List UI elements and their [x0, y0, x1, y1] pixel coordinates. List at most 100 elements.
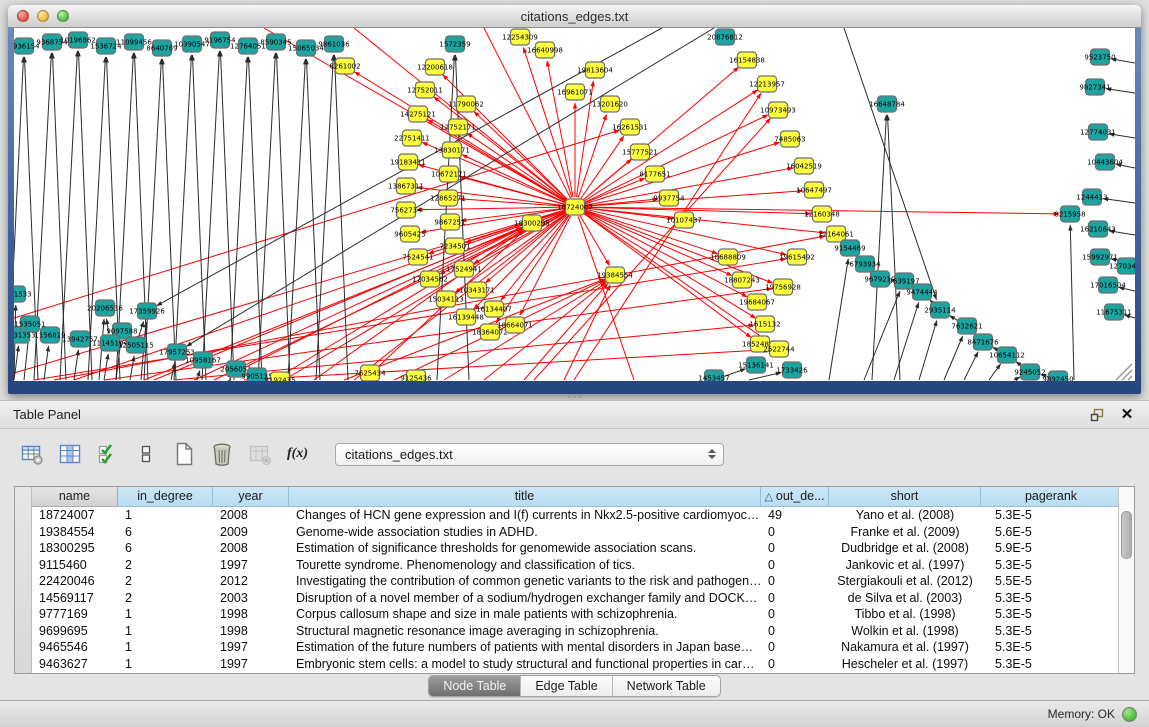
delete-table-button[interactable] — [208, 441, 235, 468]
row-selection-button[interactable] — [94, 441, 121, 468]
table-row[interactable]: 946554611997Estimation of the future num… — [32, 639, 1118, 656]
column-header-year[interactable]: year — [213, 487, 289, 507]
panel-splitter-handle[interactable] — [568, 395, 582, 399]
column-header-out_de[interactable]: △out_de... — [761, 487, 829, 507]
graph-node-label: 1244413 — [1076, 194, 1107, 202]
new-table-button[interactable] — [170, 441, 197, 468]
table-cell: 5.3E-5 — [981, 507, 1118, 524]
table-chooser-select[interactable]: citations_edges.txt — [335, 443, 724, 466]
float-panel-button[interactable] — [1089, 407, 1105, 423]
citation-edge-red — [417, 207, 565, 210]
table-scrollbar[interactable] — [1118, 487, 1134, 673]
tab-network-table[interactable]: Network Table — [612, 676, 720, 696]
memory-ok-indicator-icon[interactable] — [1122, 707, 1137, 722]
table-tabs: Node Table Edge Table Network Table — [0, 675, 1149, 697]
window-zoom-button[interactable] — [57, 10, 69, 22]
graph-node-label: 10973493 — [760, 107, 796, 115]
graph-node-label: 10647497 — [796, 187, 832, 195]
table-cell: Corpus callosum shape and size in male p… — [289, 606, 761, 623]
table-row[interactable]: 1456911722003Disruption of a novel membe… — [32, 590, 1118, 607]
window-minimize-button[interactable] — [37, 10, 49, 22]
graph-node-label: 13867311 — [388, 183, 424, 191]
table-cell: Franke et al. (2009) — [829, 524, 981, 541]
table-panel-title: Table Panel — [13, 407, 81, 422]
rows-icon — [139, 442, 153, 466]
graph-node-label: 9154469 — [834, 245, 865, 253]
table-cell: 0 — [761, 656, 829, 673]
table-cell: Estimation of significance thresholds fo… — [289, 540, 761, 557]
node-layer: 1936154936875410196862153672411099456864… — [14, 29, 1135, 381]
column-visibility-button[interactable] — [56, 441, 83, 468]
graph-node-label: 12505115 — [118, 342, 154, 350]
close-panel-button[interactable]: ✕ — [1119, 407, 1135, 423]
table-cell: Genome-wide association studies in ADHD. — [289, 524, 761, 541]
network-view-canvas[interactable]: 1936154936875410196862153672411099456864… — [14, 28, 1135, 381]
citation-edge-red — [523, 47, 572, 197]
citation-edge-black — [888, 115, 900, 380]
citation-edge-black — [162, 59, 176, 380]
column-header-name[interactable]: name — [32, 487, 118, 507]
graph-node-label: 12200618 — [417, 64, 453, 72]
citation-edge-black — [872, 115, 886, 380]
scrollbar-thumb[interactable] — [1121, 511, 1132, 559]
graph-node-label: 10672171 — [431, 171, 467, 179]
citation-edge-black — [989, 364, 1001, 380]
graph-node-label: 9892450 — [1042, 376, 1073, 382]
table-cell: 5.3E-5 — [981, 639, 1118, 656]
table-cell: Investigating the contribution of common… — [289, 573, 761, 590]
memory-status-label: Memory: OK — [1048, 707, 1115, 721]
table-cell: 0 — [761, 524, 829, 541]
graph-node-label: 6793934 — [849, 261, 881, 269]
table-row[interactable]: 1830029562008Estimation of significance … — [32, 540, 1118, 557]
graph-node-label: 1931353 — [14, 332, 36, 340]
table-row[interactable]: 969969511998Structural magnetic resonanc… — [32, 623, 1118, 640]
table-row[interactable]: 1872400712008Changes of HCN gene express… — [32, 507, 1118, 524]
canvas-resize-grip[interactable] — [1116, 364, 1132, 380]
window-title-bar[interactable]: citations_edges.txt — [8, 5, 1141, 28]
node-attribute-table: namein_degreeyeartitle△out_de...shortpag… — [14, 486, 1135, 674]
citation-edge-black — [220, 51, 234, 380]
column-header-pagerank[interactable]: pagerank — [981, 487, 1118, 507]
graph-node-label: 19384554 — [597, 272, 633, 280]
graph-node-label: 9474444 — [906, 289, 938, 297]
row-height-button[interactable] — [132, 441, 159, 468]
table-cell: 0 — [761, 639, 829, 656]
graph-node-label: 15034113 — [428, 296, 464, 304]
graph-node-label: 8640789 — [146, 45, 177, 53]
citation-edge-black — [1014, 377, 1020, 380]
graph-node-label: 9867251 — [434, 219, 465, 227]
graph-node-label: 1453457 — [698, 375, 729, 382]
table-row[interactable]: 911546021997Tourette syndrome. Phenomeno… — [32, 557, 1118, 574]
column-header-title[interactable]: title — [289, 487, 761, 507]
column-header-short[interactable]: short — [829, 487, 981, 507]
table-row[interactable]: 2242004622012Investigating the contribut… — [32, 573, 1118, 590]
table-row[interactable]: 1938455462009Genome-wide association stu… — [32, 524, 1118, 541]
table-settings-button[interactable] — [18, 441, 45, 468]
window-title: citations_edges.txt — [521, 9, 629, 24]
graph-node-label: 16648784 — [869, 101, 905, 109]
table-cell: 1 — [118, 623, 213, 640]
citation-edge-red — [585, 168, 793, 205]
graph-node-label: 8590345 — [260, 39, 291, 47]
function-builder-button[interactable]: f(x) — [284, 441, 311, 468]
window-close-button[interactable] — [17, 10, 29, 22]
table-cell: 6 — [118, 524, 213, 541]
tab-node-table[interactable]: Node Table — [429, 676, 520, 696]
table-cell: 5.6E-5 — [981, 524, 1118, 541]
tab-edge-table[interactable]: Edge Table — [520, 676, 611, 696]
table-row[interactable]: 946362711997Embryonic stem cells: a mode… — [32, 656, 1118, 673]
import-table-button[interactable] — [246, 441, 273, 468]
graph-node-label: 9605425 — [394, 231, 425, 239]
citation-edge-red — [564, 285, 610, 380]
graph-node-label: 16961071 — [557, 89, 593, 97]
table-cell: Structural magnetic resonance image aver… — [289, 623, 761, 640]
graph-node-label: 17957253 — [159, 349, 195, 357]
citation-edge-black — [230, 57, 247, 380]
graph-node-label: 17016504 — [1090, 282, 1126, 290]
column-header-in_degree[interactable]: in_degree — [118, 487, 213, 507]
table-row[interactable]: 977716911998Corpus callosum shape and si… — [32, 606, 1118, 623]
graph-node-label: 11675311 — [1096, 309, 1132, 317]
table-cell: 2008 — [213, 540, 289, 557]
table-cell: 0 — [761, 606, 829, 623]
table-cell: 9465546 — [32, 639, 118, 656]
